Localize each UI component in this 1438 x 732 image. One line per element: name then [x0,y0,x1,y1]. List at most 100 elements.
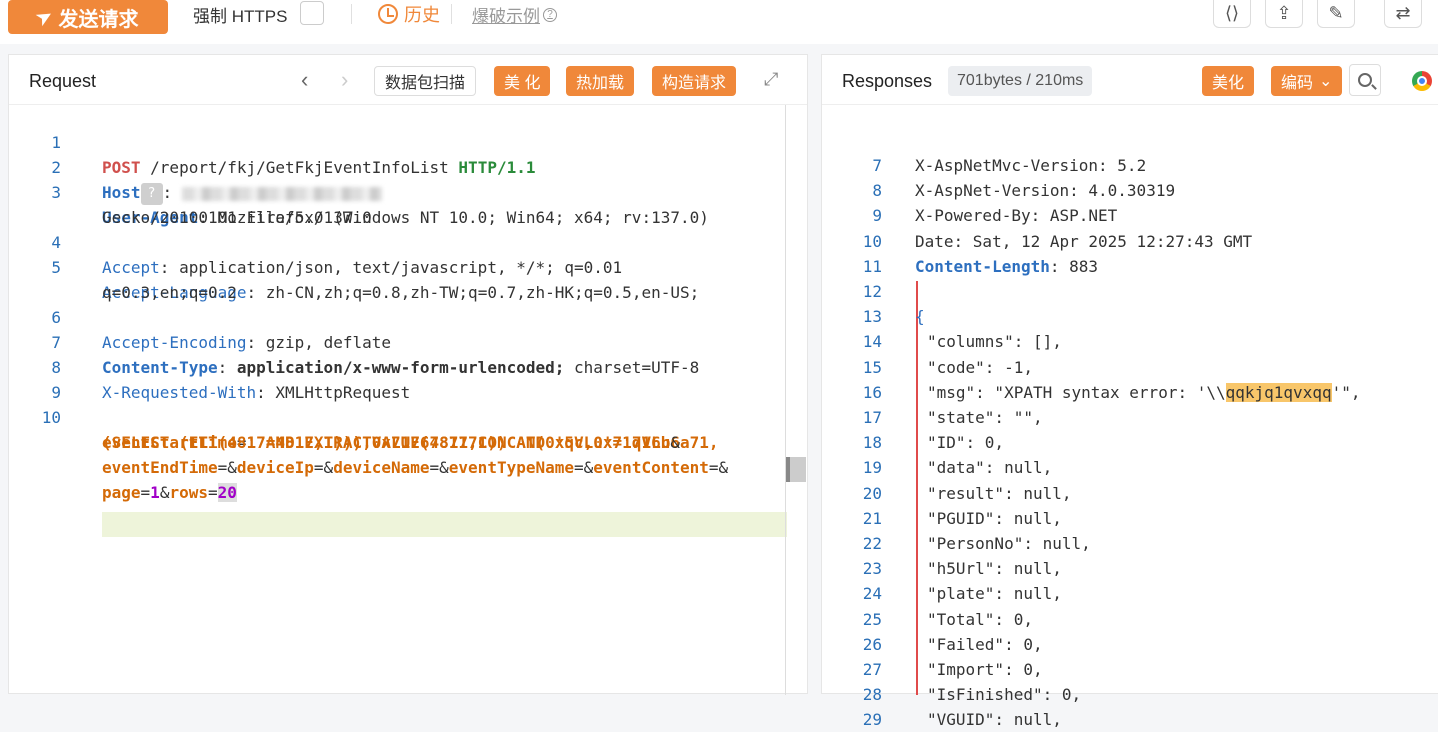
response-header: Responses 701bytes / 210ms 美化 编码 ⌄ [822,55,1438,105]
param-value: 20 [217,483,237,502]
toolbar-divider [451,4,452,24]
chrome-icon[interactable] [1412,71,1432,91]
encode-label: 编码 [1281,75,1314,92]
json-line: "msg": "XPATH syntax error: '\\ [927,382,1226,402]
force-https-checkbox[interactable] [300,1,324,25]
header-value: : ASP.NET [1030,206,1118,226]
param-value: 1 [150,483,160,502]
response-line: 23 "h5Url": null, [822,556,1437,581]
swap-icon[interactable]: ⇄ [1384,0,1422,28]
search-button[interactable] [1349,64,1381,96]
history-label: 历史 [404,5,440,25]
line-number: 29 [862,710,882,730]
json-line: "VGUID": null, [927,710,1062,730]
json-line: "code": -1, [927,357,1033,377]
packet-scan-button[interactable]: 数据包扫描 [374,66,477,96]
scroll-marker [786,457,806,482]
response-line: 24 "plate": null, [822,581,1437,606]
header-value: : 883 [1049,256,1099,276]
share-icon[interactable]: ⟨⟩ [1213,0,1251,28]
response-title: Responses [842,71,933,91]
header-value: : 4.0.30319 [1069,181,1176,201]
response-line: 13 { [822,304,1437,329]
json-line-tail: '", [1331,382,1361,402]
line-number: 24 [862,584,882,604]
line-number: 7 [872,156,882,175]
line-number: 21 [862,508,882,528]
line-number: 26 [862,634,882,654]
json-line: { [915,307,925,327]
send-request-button[interactable]: ➤ 发送请求 [8,0,168,34]
line-number: 20 [862,483,882,503]
send-request-label: 发送请求 [58,8,139,31]
response-line: 19 "data": null, [822,455,1437,480]
response-line: 25 "Total": 0, [822,607,1437,632]
response-line: 10 Date: Sat, 12 Apr 2025 12:27:43 GMT [822,229,1437,254]
line-number: 22 [862,534,882,553]
beautify-button[interactable]: 美化 [1202,66,1255,96]
response-line: 26 "Failed": 0, [822,632,1437,657]
response-line: 22 "PersonNo": null, [822,531,1437,556]
top-toolbar: ➤ 发送请求 强制 HTTPS 历史 爆破示例 ? ⟨⟩ ⇪ ✎ ⇄ [0,0,1438,44]
response-line: 29 "VGUID": null, [822,707,1437,732]
header-key: X-AspNet-Version [915,181,1070,201]
search-highlight: qqkjq1qvxqq [1225,382,1332,402]
json-line: "plate": null, [927,584,1062,604]
line-number: 19 [862,458,882,478]
chevron-right-icon[interactable]: › [341,67,348,93]
size-time-badge: 701bytes / 210ms [948,66,1093,96]
active-line-highlight [102,512,787,537]
json-line: "ID": 0, [927,433,1005,453]
response-line: 28 "IsFinished": 0, [822,682,1437,707]
burst-example-label: 爆破示例 [472,7,540,26]
json-line: "state": "", [927,408,1043,427]
beautify-button[interactable]: 美 化 [494,66,551,96]
response-line: 9 X-Powered-By: ASP.NET [822,203,1437,228]
json-line: "PersonNo": null, [927,534,1091,553]
expand-icon[interactable]: ⤢ [764,69,778,90]
line-number: 23 [862,559,882,579]
upload-icon[interactable]: ⇪ [1265,0,1303,28]
edit-icon[interactable]: ✎ [1317,0,1355,28]
header-key: X-Powered-By [915,206,1031,226]
history-button[interactable]: 历史 [378,1,440,27]
encode-dropdown[interactable]: 编码 ⌄ [1271,66,1343,96]
line-number: 27 [862,660,882,679]
header-value: : Sat, 12 Apr 2025 12:27:43 GMT [953,231,1253,251]
line-number: 14 [862,332,882,352]
request-panel: Request ‹ › 数据包扫描 美 化 热加载 构造请求 ⤢ 1 POST … [8,54,808,695]
line-number: 16 [862,382,882,402]
help-icon[interactable]: ? [543,7,557,22]
force-https-label: 强制 HTTPS [193,7,288,26]
line-number: 13 [862,307,882,327]
header-key: Content-Length [915,256,1050,276]
line-number: 15 [862,357,882,377]
header-key: Date [915,231,954,251]
clock-icon [378,4,398,24]
chevron-down-icon: ⌄ [1319,73,1333,90]
json-line: "data": null, [927,458,1053,478]
line-number: 8 [872,181,882,201]
hot-load-button[interactable]: 热加载 [566,66,635,96]
line-number: 28 [862,685,882,705]
header-value: : 5.2 [1098,156,1147,175]
line-number: 12 [862,282,882,301]
chevron-left-icon[interactable]: ‹ [301,67,308,93]
param-key: page [102,483,141,502]
json-line: "Import": 0, [927,660,1043,679]
param-key: rows [169,483,208,502]
line-number: 17 [862,408,882,427]
json-line: "h5Url": null, [927,559,1062,579]
response-line: 8 X-AspNet-Version: 4.0.30319 [822,178,1437,203]
line-number: 10 [862,231,882,251]
burst-example-link[interactable]: 爆破示例 ? [472,2,557,27]
line-number: 18 [862,433,882,453]
build-request-button[interactable]: 构造请求 [652,66,737,96]
response-line: 15 "code": -1, [822,355,1437,380]
json-line: "PGUID": null, [927,508,1062,528]
search-icon [1358,73,1372,87]
json-line: "IsFinished": 0, [927,685,1082,705]
line-number: 11 [862,256,882,276]
paper-plane-icon: ➤ [33,4,57,30]
request-title: Request [29,71,97,91]
